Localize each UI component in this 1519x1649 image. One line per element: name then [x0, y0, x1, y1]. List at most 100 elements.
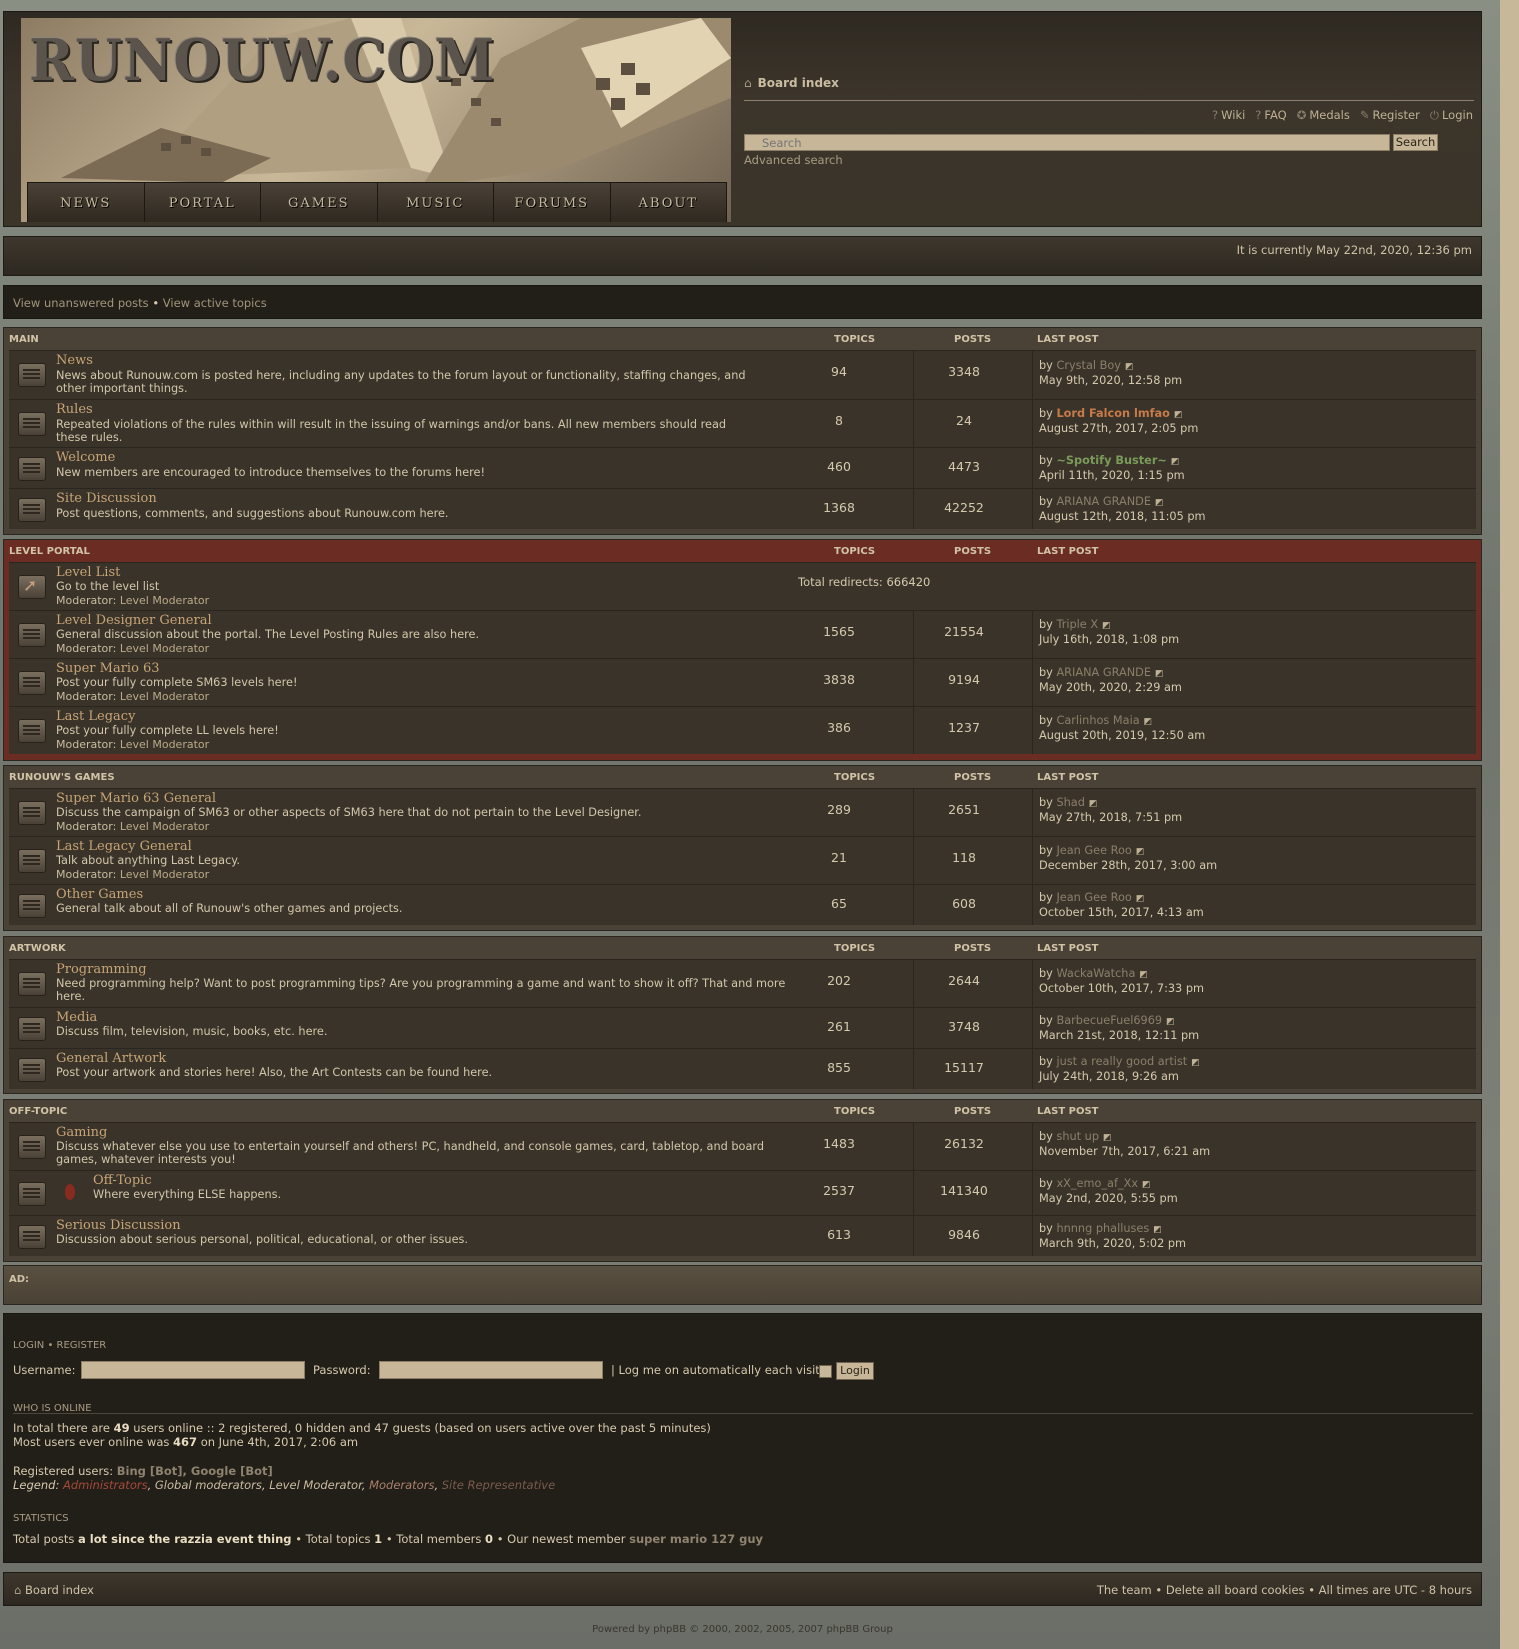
- forum-title[interactable]: Level Designer General: [56, 613, 212, 628]
- last-post-author[interactable]: Shad: [1056, 796, 1084, 809]
- view-latest-post-icon[interactable]: ◩: [1136, 894, 1145, 904]
- legend-global-moderators[interactable]: Global moderators: [155, 1478, 262, 1492]
- site-logo[interactable]: RUNOUW.COM: [29, 26, 495, 93]
- view-latest-post-icon[interactable]: ◩: [1155, 498, 1164, 508]
- forum-title[interactable]: Level List: [56, 565, 120, 580]
- column-posts: POSTS: [954, 1106, 992, 1117]
- last-post-author[interactable]: Lord Falcon lmfao: [1056, 407, 1169, 420]
- register-link[interactable]: ✎ Register: [1360, 108, 1420, 123]
- forum-title[interactable]: Off-Topic: [93, 1173, 152, 1188]
- last-post-author[interactable]: ARIANA GRANDE: [1056, 495, 1151, 508]
- moderator-link[interactable]: Level Moderator: [120, 868, 209, 881]
- login-register-heading[interactable]: LOGIN • REGISTER: [13, 1340, 106, 1351]
- by-label: by: [1039, 796, 1053, 809]
- view-latest-post-icon[interactable]: ◩: [1174, 410, 1183, 420]
- column-topics: TOPICS: [834, 943, 876, 954]
- login-button[interactable]: Login: [836, 1362, 874, 1380]
- view-latest-post-icon[interactable]: ◩: [1142, 1180, 1151, 1190]
- nav-music[interactable]: MUSIC: [378, 183, 494, 222]
- legend-level-moderator[interactable]: Level Moderator: [269, 1478, 362, 1492]
- view-latest-post-icon[interactable]: ◩: [1191, 1058, 1200, 1068]
- forum-title[interactable]: Welcome: [56, 450, 115, 465]
- view-links-separator: •: [152, 296, 160, 310]
- moderator-link[interactable]: Level Moderator: [120, 690, 209, 703]
- view-latest-post-icon[interactable]: ◩: [1136, 847, 1145, 857]
- nav-portal[interactable]: PORTAL: [145, 183, 261, 222]
- forum-title[interactable]: Site Discussion: [56, 491, 157, 506]
- forum-title[interactable]: Programming: [56, 962, 147, 977]
- legend-moderators[interactable]: Moderators: [369, 1478, 434, 1492]
- password-field[interactable]: [379, 1361, 603, 1379]
- last-post-author[interactable]: Carlinhos Maia: [1056, 714, 1139, 727]
- view-latest-post-icon[interactable]: ◩: [1103, 1133, 1112, 1143]
- stat-label: • Total topics: [291, 1532, 375, 1546]
- registered-users-list[interactable]: Bing [Bot], Google [Bot]: [117, 1464, 273, 1478]
- last-post-author[interactable]: Triple X: [1056, 618, 1098, 631]
- view-latest-post-icon[interactable]: ◩: [1125, 362, 1134, 372]
- forum-title[interactable]: Super Mario 63: [56, 661, 160, 676]
- last-post-author[interactable]: WackaWatcha: [1056, 967, 1135, 980]
- view-latest-post-icon[interactable]: ◩: [1171, 457, 1180, 467]
- power-icon: ⏻: [1429, 108, 1439, 122]
- login-link[interactable]: ⏻ Login: [1430, 108, 1473, 123]
- forum-title[interactable]: Other Games: [56, 887, 143, 902]
- footer-breadcrumb[interactable]: ⌂ Board index: [14, 1583, 94, 1597]
- view-latest-post-icon[interactable]: ◩: [1155, 669, 1164, 679]
- moderator-link[interactable]: Level Moderator: [120, 820, 209, 833]
- forum-title[interactable]: Rules: [56, 402, 93, 417]
- nav-games[interactable]: GAMES: [261, 183, 378, 222]
- view-latest-post-icon[interactable]: ◩: [1144, 717, 1153, 727]
- forum-title[interactable]: Last Legacy General: [56, 839, 192, 854]
- footer-board-index[interactable]: Board index: [25, 1583, 94, 1597]
- header: RUNOUW.COM NEWS PORTAL GAMES MUSIC FORUM…: [3, 11, 1482, 227]
- view-active-link[interactable]: View active topics: [163, 296, 267, 310]
- last-post-author[interactable]: Jean Gee Roo: [1056, 844, 1131, 857]
- last-post-author[interactable]: ARIANA GRANDE: [1056, 666, 1151, 679]
- wiki-link[interactable]: ? Wiki: [1212, 108, 1245, 123]
- legend-administrators[interactable]: Administrators: [63, 1478, 148, 1492]
- statistics-heading: STATISTICS: [13, 1513, 69, 1524]
- faq-link[interactable]: ? FAQ: [1255, 108, 1286, 123]
- nav-about[interactable]: ABOUT: [611, 183, 727, 222]
- username-field[interactable]: [81, 1361, 305, 1379]
- view-latest-post-icon[interactable]: ◩: [1166, 1017, 1175, 1027]
- view-latest-post-icon[interactable]: ◩: [1139, 970, 1148, 980]
- forum-description: Need programming help? Want to post prog…: [56, 977, 786, 1003]
- forum-row: Programming Need programming help? Want …: [9, 959, 1476, 1007]
- view-unanswered-link[interactable]: View unanswered posts: [13, 296, 149, 310]
- nav-forums[interactable]: FORUMS: [494, 183, 611, 222]
- forum-title[interactable]: General Artwork: [56, 1051, 166, 1066]
- medals-link[interactable]: ✪ Medals: [1297, 108, 1350, 123]
- search-button[interactable]: Search: [1393, 134, 1438, 151]
- last-post-author[interactable]: hnnng phalluses: [1056, 1222, 1149, 1235]
- moderator-link[interactable]: Level Moderator: [120, 642, 209, 655]
- breadcrumb-board-index[interactable]: Board index: [758, 76, 839, 90]
- view-latest-post-icon[interactable]: ◩: [1153, 1225, 1162, 1235]
- breadcrumb[interactable]: ⌂ Board index: [744, 76, 839, 90]
- last-post-author[interactable]: just a really good artist: [1056, 1055, 1187, 1068]
- search-input[interactable]: [744, 134, 1390, 151]
- last-post-author[interactable]: shut up: [1056, 1130, 1099, 1143]
- by-label: by: [1039, 967, 1053, 980]
- view-latest-post-icon[interactable]: ◩: [1089, 799, 1098, 809]
- last-post-author[interactable]: BarbecueFuel6969: [1056, 1014, 1162, 1027]
- view-latest-post-icon[interactable]: ◩: [1102, 621, 1111, 631]
- forum-title[interactable]: News: [56, 353, 93, 368]
- forum-title[interactable]: Media: [56, 1010, 97, 1025]
- footer-links[interactable]: The team • Delete all board cookies • Al…: [1097, 1583, 1472, 1597]
- last-post-author[interactable]: xX_emo_af_Xx: [1056, 1177, 1138, 1190]
- nav-news[interactable]: NEWS: [28, 183, 145, 222]
- auto-login-checkbox[interactable]: [819, 1365, 832, 1378]
- moderator-link[interactable]: Level Moderator: [120, 738, 209, 751]
- moderator-link[interactable]: Level Moderator: [120, 594, 209, 607]
- last-post-author[interactable]: ~Spotify Buster~: [1056, 454, 1166, 467]
- forum-title[interactable]: Gaming: [56, 1125, 107, 1140]
- forum-title[interactable]: Serious Discussion: [56, 1218, 181, 1233]
- forum-title[interactable]: Super Mario 63 General: [56, 791, 216, 806]
- newest-member[interactable]: super mario 127 guy: [629, 1532, 763, 1546]
- forum-title[interactable]: Last Legacy: [56, 709, 135, 724]
- advanced-search-link[interactable]: Advanced search: [744, 153, 843, 167]
- last-post-author[interactable]: Crystal Boy: [1056, 359, 1121, 372]
- last-post-author[interactable]: Jean Gee Roo: [1056, 891, 1131, 904]
- legend-site-representative[interactable]: Site Representative: [442, 1478, 555, 1492]
